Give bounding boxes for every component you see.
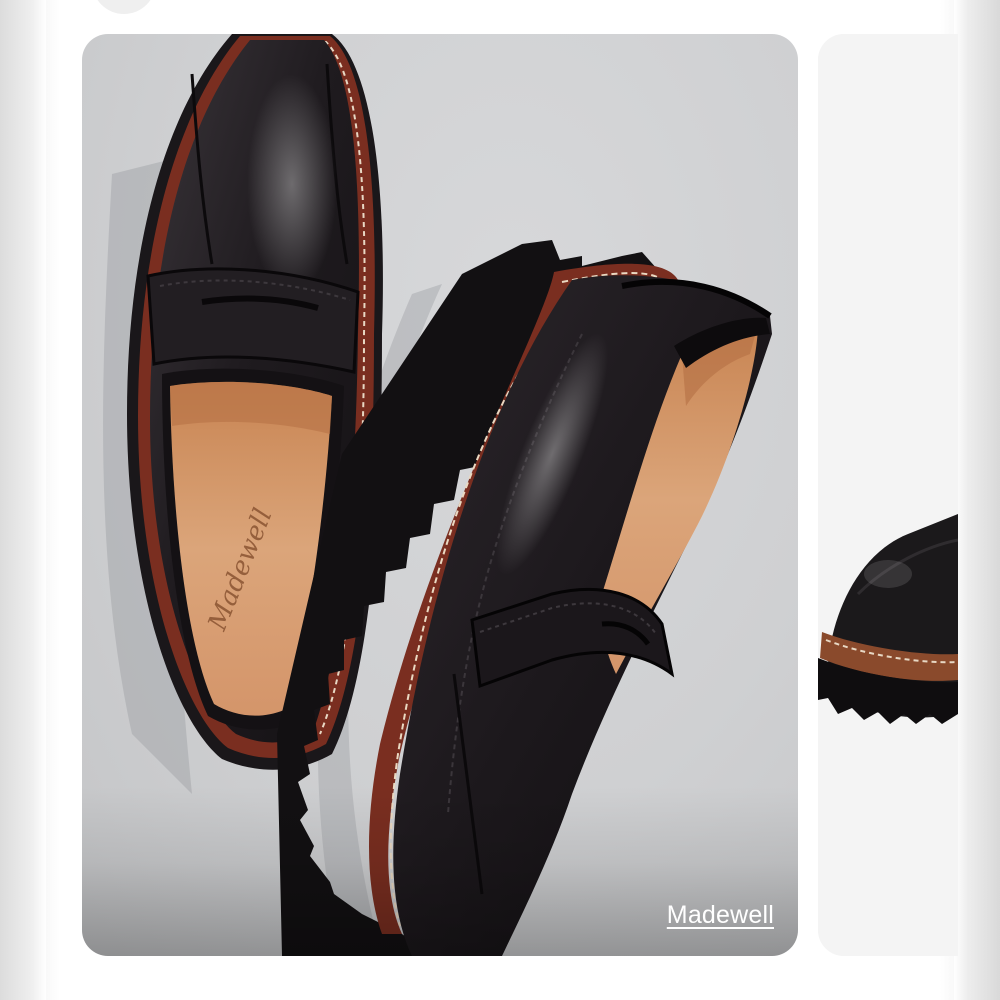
brand-link[interactable]: Madewell [667,901,774,930]
product-photo: Madewell [103,34,772,956]
next-product-image-card[interactable] [818,34,958,956]
previous-card-edge [0,0,46,1000]
top-control-chip[interactable] [92,0,156,14]
product-image-card[interactable]: Madewell Madewell [82,34,798,956]
next-product-photo [818,34,958,956]
app-viewport: Madewell Madewell [0,0,1000,1000]
next-card-edge-shadow [954,0,1000,1000]
left-loafer: Madewell [127,34,383,770]
